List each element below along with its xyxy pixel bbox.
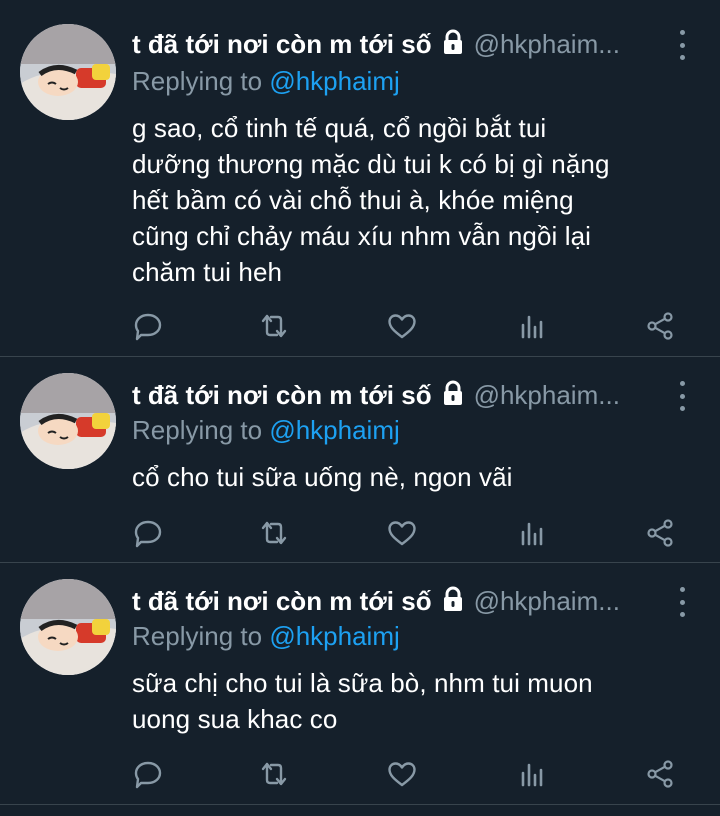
replying-to-label: Replying to bbox=[132, 621, 270, 651]
analytics-icon[interactable] bbox=[516, 310, 548, 342]
tweet-actions bbox=[0, 517, 720, 553]
tweet-text: sữa chị cho tui là sữa bò, nhm tui muon … bbox=[132, 665, 680, 737]
tweet-feed: t đã tới nơi còn m tới số @hkphaim... Re… bbox=[0, 0, 720, 816]
tweet-header: t đã tới nơi còn m tới số @hkphaim... bbox=[132, 26, 690, 62]
replying-to-handle[interactable]: @hkphaimj bbox=[269, 415, 399, 445]
more-options-icon[interactable] bbox=[676, 381, 688, 411]
share-icon[interactable] bbox=[644, 517, 676, 549]
tweet-divider bbox=[0, 804, 720, 805]
avatar-image bbox=[20, 24, 116, 120]
tweet[interactable]: t đã tới nơi còn m tới số @hkphaim... Re… bbox=[0, 563, 720, 803]
replying-to-line: Replying to @hkphaimj bbox=[132, 415, 400, 446]
tweet-text: cổ cho tui sữa uống nè, ngon vãi bbox=[132, 459, 680, 495]
tweet-text-line: cổ cho tui sữa uống nè, ngon vãi bbox=[132, 462, 513, 492]
tweet-text-line: dưỡng thương mặc dù tui k có bị gì nặng bbox=[132, 149, 610, 179]
like-icon[interactable] bbox=[386, 517, 418, 549]
like-icon[interactable] bbox=[386, 758, 418, 790]
display-name[interactable]: t đã tới nơi còn m tới số bbox=[132, 380, 432, 411]
reply-icon[interactable] bbox=[132, 310, 164, 342]
tweet-text-line: cũng chỉ chảy máu xíu nhm vẫn ngồi lại bbox=[132, 221, 592, 251]
avatar[interactable] bbox=[20, 579, 116, 675]
tweet-text-line: chăm tui heh bbox=[132, 257, 283, 287]
avatar[interactable] bbox=[20, 373, 116, 469]
avatar[interactable] bbox=[20, 24, 116, 120]
reply-icon[interactable] bbox=[132, 517, 164, 549]
reply-icon[interactable] bbox=[132, 758, 164, 790]
retweet-icon[interactable] bbox=[258, 758, 290, 790]
replying-to-line: Replying to @hkphaimj bbox=[132, 66, 400, 97]
retweet-icon[interactable] bbox=[258, 517, 290, 549]
user-handle[interactable]: @hkphaim... bbox=[474, 380, 620, 411]
tweet-text-line: hết bầm có vài chỗ thui à, khóe miệng bbox=[132, 185, 574, 215]
tweet-text-line: g sao, cổ tinh tế quá, cổ ngồi bắt tui bbox=[132, 113, 547, 143]
share-icon[interactable] bbox=[644, 758, 676, 790]
lock-icon bbox=[440, 29, 466, 60]
more-options-icon[interactable] bbox=[676, 30, 688, 60]
replying-to-handle[interactable]: @hkphaimj bbox=[269, 66, 399, 96]
tweet-text-line: sữa chị cho tui là sữa bò, nhm tui muon bbox=[132, 668, 593, 698]
avatar-image bbox=[20, 579, 116, 675]
share-icon[interactable] bbox=[644, 310, 676, 342]
replying-to-label: Replying to bbox=[132, 66, 270, 96]
analytics-icon[interactable] bbox=[516, 758, 548, 790]
lock-icon bbox=[440, 380, 466, 411]
like-icon[interactable] bbox=[386, 310, 418, 342]
tweet-actions bbox=[0, 310, 720, 346]
tweet-text: g sao, cổ tinh tế quá, cổ ngồi bắt tui d… bbox=[132, 110, 680, 290]
lock-icon bbox=[440, 586, 466, 617]
user-handle[interactable]: @hkphaim... bbox=[474, 29, 620, 60]
tweet[interactable]: t đã tới nơi còn m tới số @hkphaim... Re… bbox=[0, 0, 720, 356]
replying-to-label: Replying to bbox=[132, 415, 270, 445]
user-handle[interactable]: @hkphaim... bbox=[474, 586, 620, 617]
display-name[interactable]: t đã tới nơi còn m tới số bbox=[132, 29, 432, 60]
display-name[interactable]: t đã tới nơi còn m tới số bbox=[132, 586, 432, 617]
avatar-image bbox=[20, 373, 116, 469]
tweet[interactable]: t đã tới nơi còn m tới số @hkphaim... Re… bbox=[0, 357, 720, 562]
tweet-actions bbox=[0, 758, 720, 794]
tweet-header: t đã tới nơi còn m tới số @hkphaim... bbox=[132, 377, 690, 413]
analytics-icon[interactable] bbox=[516, 517, 548, 549]
replying-to-handle[interactable]: @hkphaimj bbox=[269, 621, 399, 651]
more-options-icon[interactable] bbox=[676, 587, 688, 617]
tweet-text-line: uong sua khac co bbox=[132, 704, 338, 734]
replying-to-line: Replying to @hkphaimj bbox=[132, 621, 400, 652]
retweet-icon[interactable] bbox=[258, 310, 290, 342]
tweet-header: t đã tới nơi còn m tới số @hkphaim... bbox=[132, 583, 690, 619]
